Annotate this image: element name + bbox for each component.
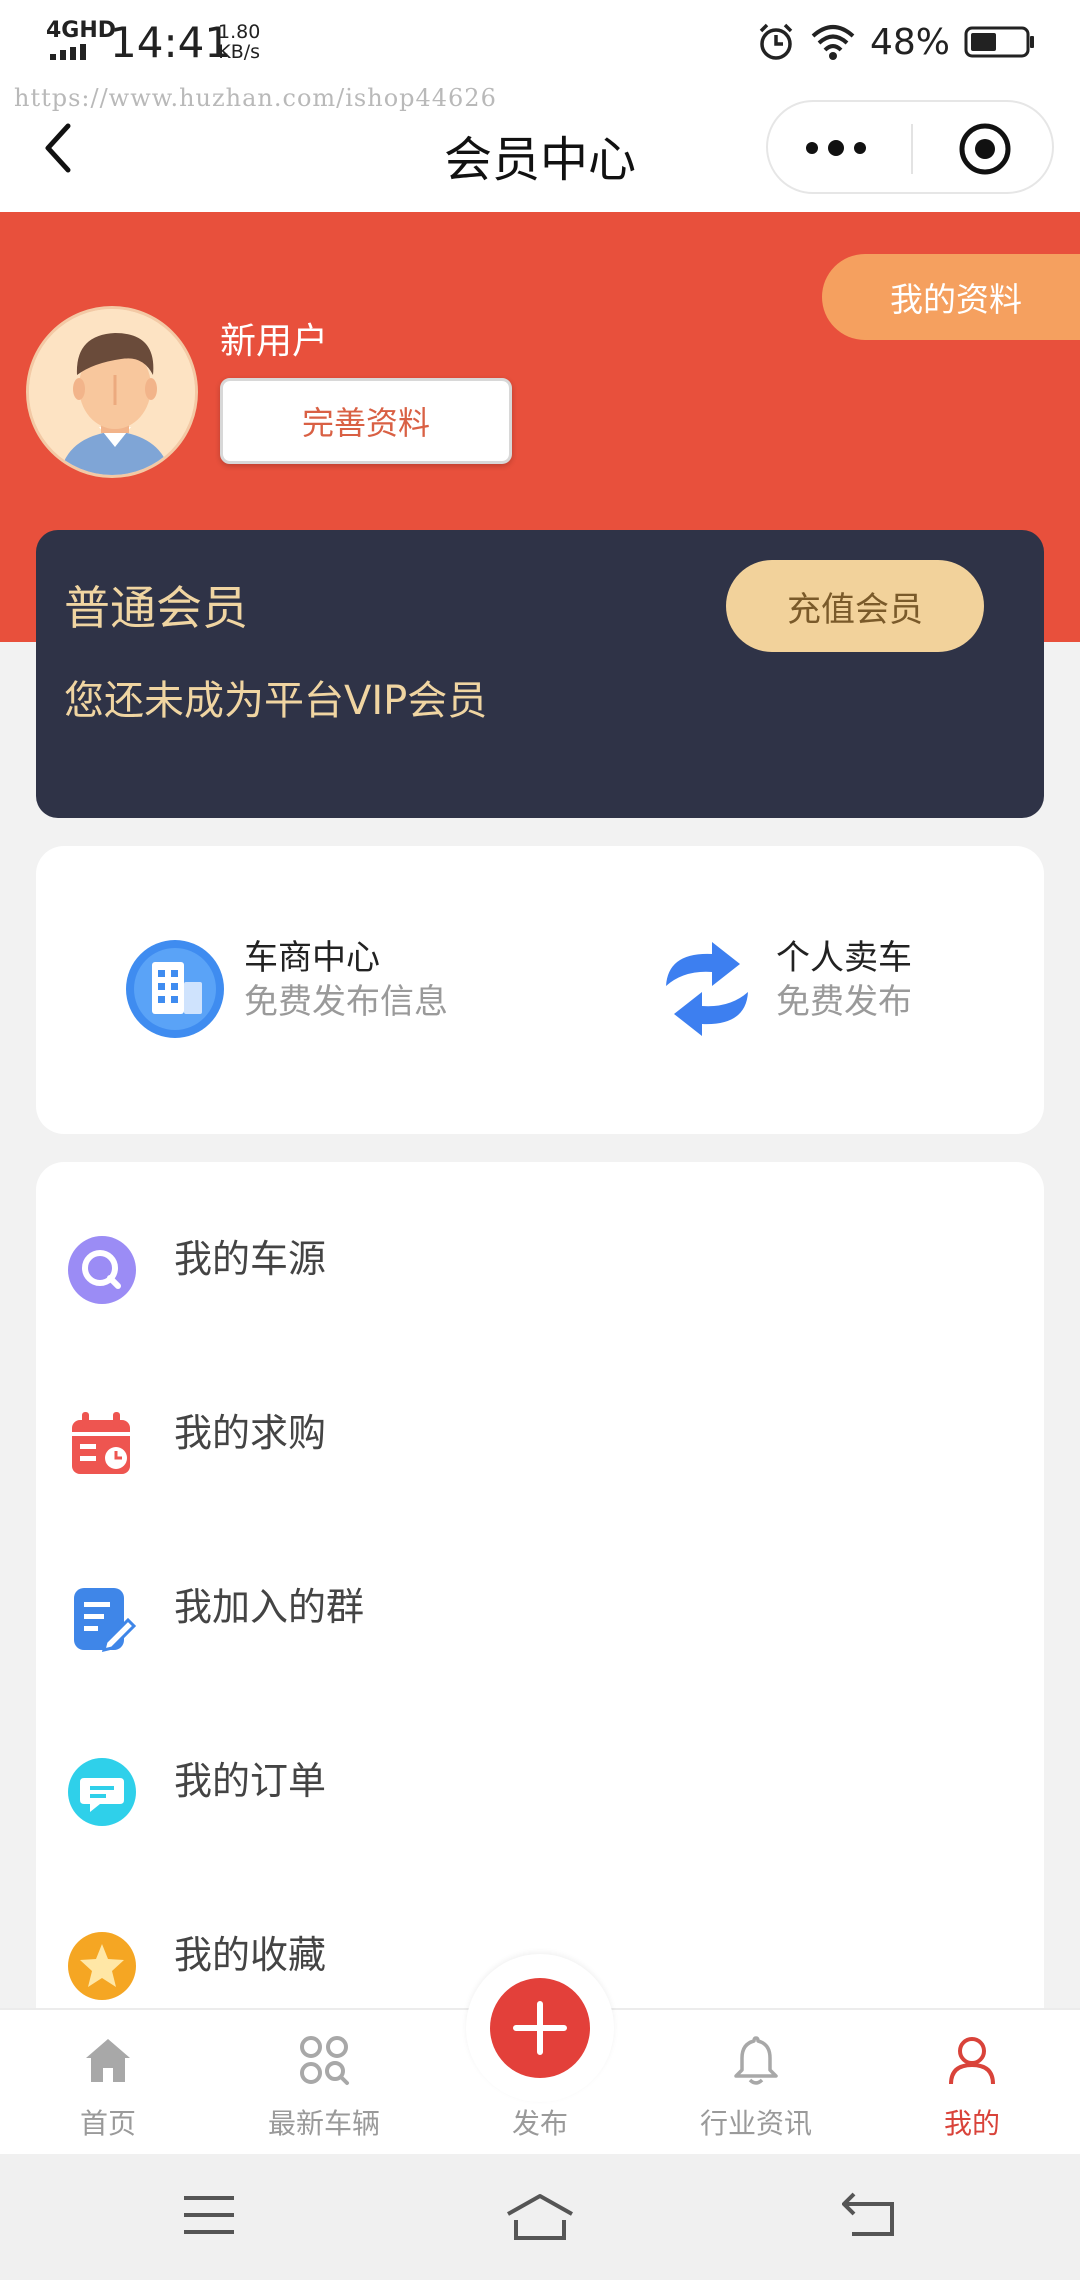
network-speed: 1.80 KB/s	[218, 22, 260, 62]
tab-label: 发布	[511, 2107, 568, 2140]
capsule-divider	[911, 124, 913, 174]
username: 新用户	[220, 321, 329, 362]
tab-latest-vehicles[interactable]: 最新车辆	[216, 2010, 432, 2156]
complete-profile-button[interactable]: 完善资料	[220, 378, 512, 464]
wifi-icon	[811, 25, 855, 60]
tab-label: 首页	[79, 2107, 136, 2140]
tab-home[interactable]: 首页	[0, 2010, 216, 2156]
screen: 4GHD 14:41 1.80 KB/s 48% https://www.huz…	[0, 0, 1080, 2280]
menu-item-label: 我的订单	[174, 1759, 327, 1803]
menu-list: 我的车源 我的求购 我加入的群 我的订单 我的收藏	[36, 1162, 1044, 2022]
membership-description: 您还未成为平台VIP会员	[64, 678, 488, 724]
star-icon	[68, 1932, 136, 2000]
alarm-icon	[759, 23, 793, 60]
status-bar: 4GHD 14:41 1.80 KB/s 48%	[0, 0, 1080, 84]
exchange-arrows-icon	[666, 942, 748, 1036]
grid-icon	[300, 2036, 349, 2085]
search-icon	[68, 1236, 136, 1304]
recharge-membership-button[interactable]: 充值会员	[726, 560, 984, 652]
membership-level: 普通会员	[64, 581, 248, 635]
bell-icon	[734, 2036, 778, 2085]
menu-item-label: 我的收藏	[174, 1933, 327, 1977]
speed-unit: KB/s	[218, 41, 261, 63]
tab-mine[interactable]: 我的	[864, 2010, 1080, 2156]
services-card: 车商中心 免费发布信息 个人卖车 免费发布	[36, 846, 1044, 1134]
mini-program-capsule	[766, 100, 1054, 194]
menu-icon[interactable]	[182, 2192, 236, 2238]
service-title: 车商中心	[244, 938, 380, 978]
more-options-icon[interactable]	[804, 138, 868, 158]
service-title: 个人卖车	[776, 938, 912, 978]
menu-item-my-purchase-requests[interactable]: 我的求购	[36, 1380, 1044, 1500]
chat-icon	[68, 1758, 136, 1826]
close-target-icon[interactable]	[958, 122, 1012, 176]
menu-item-label: 我加入的群	[174, 1585, 365, 1629]
signal-icon	[50, 44, 86, 60]
avatar[interactable]	[26, 306, 198, 478]
plus-icon	[513, 2001, 567, 2055]
building-icon	[126, 940, 224, 1038]
back-nav-icon[interactable]	[842, 2192, 896, 2238]
tab-label: 我的	[943, 2107, 1000, 2140]
service-subtitle: 免费发布	[776, 982, 912, 1022]
menu-item-my-joined-groups[interactable]: 我加入的群	[36, 1554, 1044, 1674]
status-icons: 48%	[756, 18, 1036, 66]
clock: 14:41	[110, 18, 232, 67]
menu-item-my-orders[interactable]: 我的订单	[36, 1728, 1044, 1848]
network-type: 4GHD	[46, 18, 117, 43]
document-edit-icon	[74, 1588, 137, 1653]
calendar-icon	[72, 1412, 130, 1474]
avatar-illustration-icon	[29, 309, 195, 475]
battery-icon	[964, 26, 1034, 58]
home-nav-icon[interactable]	[504, 2192, 576, 2242]
tab-label: 行业资讯	[699, 2107, 812, 2140]
speed-value: 1.80	[218, 21, 261, 43]
tab-industry-news[interactable]: 行业资讯	[648, 2010, 864, 2156]
service-subtitle: 免费发布信息	[244, 982, 448, 1022]
tab-label: 最新车辆	[267, 2107, 380, 2140]
publish-button-wrap	[466, 1954, 614, 2102]
user-icon	[949, 2037, 995, 2085]
system-navigation-bar	[0, 2154, 1080, 2280]
watermark: https://www.huzhan.com/ishop44626	[14, 84, 497, 112]
battery-percent: 48%	[869, 21, 950, 63]
membership-card: 普通会员 您还未成为平台VIP会员 充值会员	[36, 530, 1044, 818]
menu-item-my-car-sources[interactable]: 我的车源	[36, 1206, 1044, 1326]
publish-button[interactable]	[490, 1978, 590, 2078]
my-profile-button[interactable]: 我的资料	[822, 254, 1080, 340]
home-icon	[86, 2039, 130, 2082]
menu-item-label: 我的车源	[174, 1237, 327, 1281]
menu-item-label: 我的求购	[174, 1411, 327, 1455]
